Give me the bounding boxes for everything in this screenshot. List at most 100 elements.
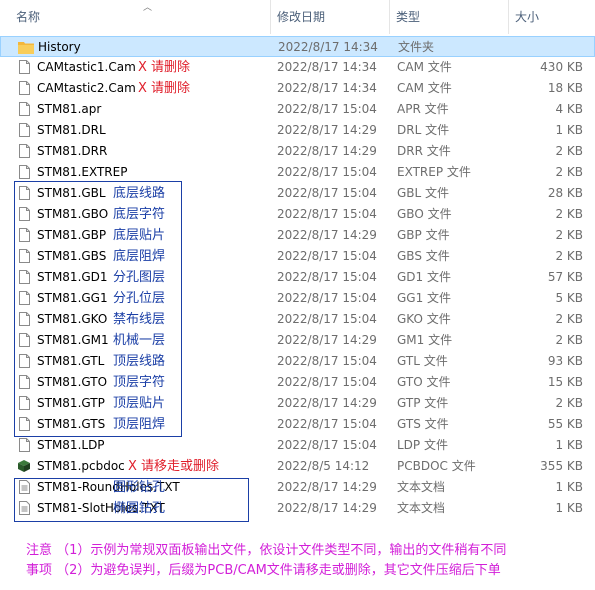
file-date: 2022/8/17 15:04 <box>277 375 377 389</box>
file-type: GD1 文件 <box>397 270 451 284</box>
file-size: 2 KB <box>555 165 583 179</box>
file-row[interactable]: CAMtastic1.Cam 2022/8/17 14:34 CAM 文件 430 K… <box>0 57 595 78</box>
delete-note: X 请移走或删除 <box>128 459 220 474</box>
file-date: 2022/8/17 14:34 <box>277 81 377 95</box>
file-date: 2022/8/17 14:29 <box>277 396 377 410</box>
file-row[interactable]: STM81.LDP 2022/8/17 15:04 LDP 文件 1 KB <box>0 435 595 456</box>
file-size: 4 KB <box>555 102 583 116</box>
file-name: STM81.EXTREP <box>37 165 128 179</box>
file-date: 2022/8/17 15:04 <box>277 186 377 200</box>
file-size: 2 KB <box>555 333 583 347</box>
file-size: 430 KB <box>540 60 583 74</box>
file-type: CAM 文件 <box>397 60 452 74</box>
file-date: 2022/8/17 14:29 <box>277 480 377 494</box>
delete-note: X 请删除 <box>138 60 191 75</box>
file-date: 2022/8/17 15:04 <box>277 291 377 305</box>
file-size: 2 KB <box>555 249 583 263</box>
file-icon <box>19 165 30 179</box>
file-icon <box>19 144 30 158</box>
file-type: GBO 文件 <box>397 207 452 221</box>
pcbdoc-icon <box>17 459 30 473</box>
layer-files-box <box>14 181 182 437</box>
file-type: GBS 文件 <box>397 249 450 263</box>
file-row[interactable]: STM81.EXTREP 2022/8/17 15:04 EXTREP 文件 2 KB <box>0 162 595 183</box>
file-date: 2022/8/17 15:04 <box>277 438 377 452</box>
file-icon <box>19 438 30 452</box>
file-size: 55 KB <box>547 417 583 431</box>
file-row[interactable]: STM81.apr 2022/8/17 15:04 APR 文件 4 KB <box>0 99 595 120</box>
file-size: 57 KB <box>547 270 583 284</box>
column-header-name[interactable]: 名称 <box>10 0 270 34</box>
file-name: History <box>38 40 81 54</box>
file-date: 2022/8/17 15:04 <box>277 102 377 116</box>
file-name: STM81.pcbdoc <box>37 459 125 473</box>
file-size: 1 KB <box>555 501 583 515</box>
file-name: CAMtastic2.Cam <box>37 81 136 95</box>
column-header-type[interactable]: 类型 <box>390 0 508 34</box>
delete-note: X 请删除 <box>138 81 191 96</box>
file-size: 2 KB <box>555 228 583 242</box>
file-icon <box>19 60 30 74</box>
file-type: GTP 文件 <box>397 396 449 410</box>
file-name: CAMtastic1.Cam <box>37 60 136 74</box>
file-name: STM81.DRL <box>37 123 106 137</box>
folder-icon <box>18 41 34 55</box>
file-date: 2022/8/17 14:29 <box>277 501 377 515</box>
file-size: 2 KB <box>555 312 583 326</box>
file-type: GBP 文件 <box>397 228 450 242</box>
file-row[interactable]: STM81.DRL 2022/8/17 14:29 DRL 文件 1 KB <box>0 120 595 141</box>
file-date: 2022/8/17 14:29 <box>277 228 377 242</box>
file-date: 2022/8/5 14:12 <box>277 459 370 473</box>
file-type: CAM 文件 <box>397 81 452 95</box>
file-size: 1 KB <box>555 123 583 137</box>
file-row[interactable]: STM81.pcbdoc 2022/8/5 14:12 PCBDOC 文件 355 K… <box>0 456 595 477</box>
file-type: LDP 文件 <box>397 438 448 452</box>
file-size: 5 KB <box>555 291 583 305</box>
file-icon <box>19 102 30 116</box>
file-date: 2022/8/17 15:04 <box>277 354 377 368</box>
file-type: GG1 文件 <box>397 291 452 305</box>
file-size: 93 KB <box>547 354 583 368</box>
file-date: 2022/8/17 15:04 <box>277 312 377 326</box>
file-type: DRR 文件 <box>397 144 451 158</box>
file-row[interactable]: CAMtastic2.Cam 2022/8/17 14:34 CAM 文件 18 KB… <box>0 78 595 99</box>
file-type: GTO 文件 <box>397 375 451 389</box>
column-header-size[interactable]: 大小 <box>509 0 595 34</box>
file-size: 1 KB <box>555 480 583 494</box>
file-icon <box>19 123 30 137</box>
file-date: 2022/8/17 14:29 <box>277 144 377 158</box>
file-type: EXTREP 文件 <box>397 165 471 179</box>
file-type: GBL 文件 <box>397 186 450 200</box>
file-size: 15 KB <box>547 375 583 389</box>
file-type: 文本文档 <box>397 480 446 494</box>
file-type: GTL 文件 <box>397 354 448 368</box>
footer-note-2: 事项 （2）为避免误判，后缀为PCB/CAM文件请移走或删除，其它文件压缩后下单 <box>26 563 501 578</box>
column-header-date[interactable]: 修改日期 <box>271 0 389 34</box>
file-size: 1 KB <box>555 438 583 452</box>
file-date: 2022/8/17 15:04 <box>277 417 377 431</box>
column-header-bar: 名称 ︿ 修改日期 类型 大小 <box>0 0 595 34</box>
file-type: GKO 文件 <box>397 312 451 326</box>
drill-files-box <box>14 478 249 522</box>
file-date: 2022/8/17 14:34 <box>278 40 378 54</box>
file-type: GTS 文件 <box>397 417 449 431</box>
footer-note-1: 注意 （1）示例为常规双面板输出文件，依设计文件类型不同，输出的文件稍有不同 <box>26 543 507 558</box>
file-type: GM1 文件 <box>397 333 453 347</box>
file-type: DRL 文件 <box>397 123 450 137</box>
file-name: STM81.apr <box>37 102 102 116</box>
file-date: 2022/8/17 15:04 <box>277 270 377 284</box>
file-size: 2 KB <box>555 144 583 158</box>
file-size: 2 KB <box>555 207 583 221</box>
sort-up-icon: ︿ <box>143 3 153 13</box>
file-date: 2022/8/17 14:29 <box>277 123 377 137</box>
file-icon <box>19 81 30 95</box>
file-row[interactable]: STM81.DRR 2022/8/17 14:29 DRR 文件 2 KB <box>0 141 595 162</box>
file-date: 2022/8/17 14:34 <box>277 60 377 74</box>
file-size: 2 KB <box>555 396 583 410</box>
file-row[interactable]: History 2022/8/17 14:34 文件夹 <box>0 36 595 57</box>
file-type: 文件夹 <box>398 40 435 54</box>
file-name: STM81.LDP <box>37 438 105 452</box>
file-date: 2022/8/17 15:04 <box>277 249 377 263</box>
file-name: STM81.DRR <box>37 144 108 158</box>
file-size: 28 KB <box>547 186 583 200</box>
